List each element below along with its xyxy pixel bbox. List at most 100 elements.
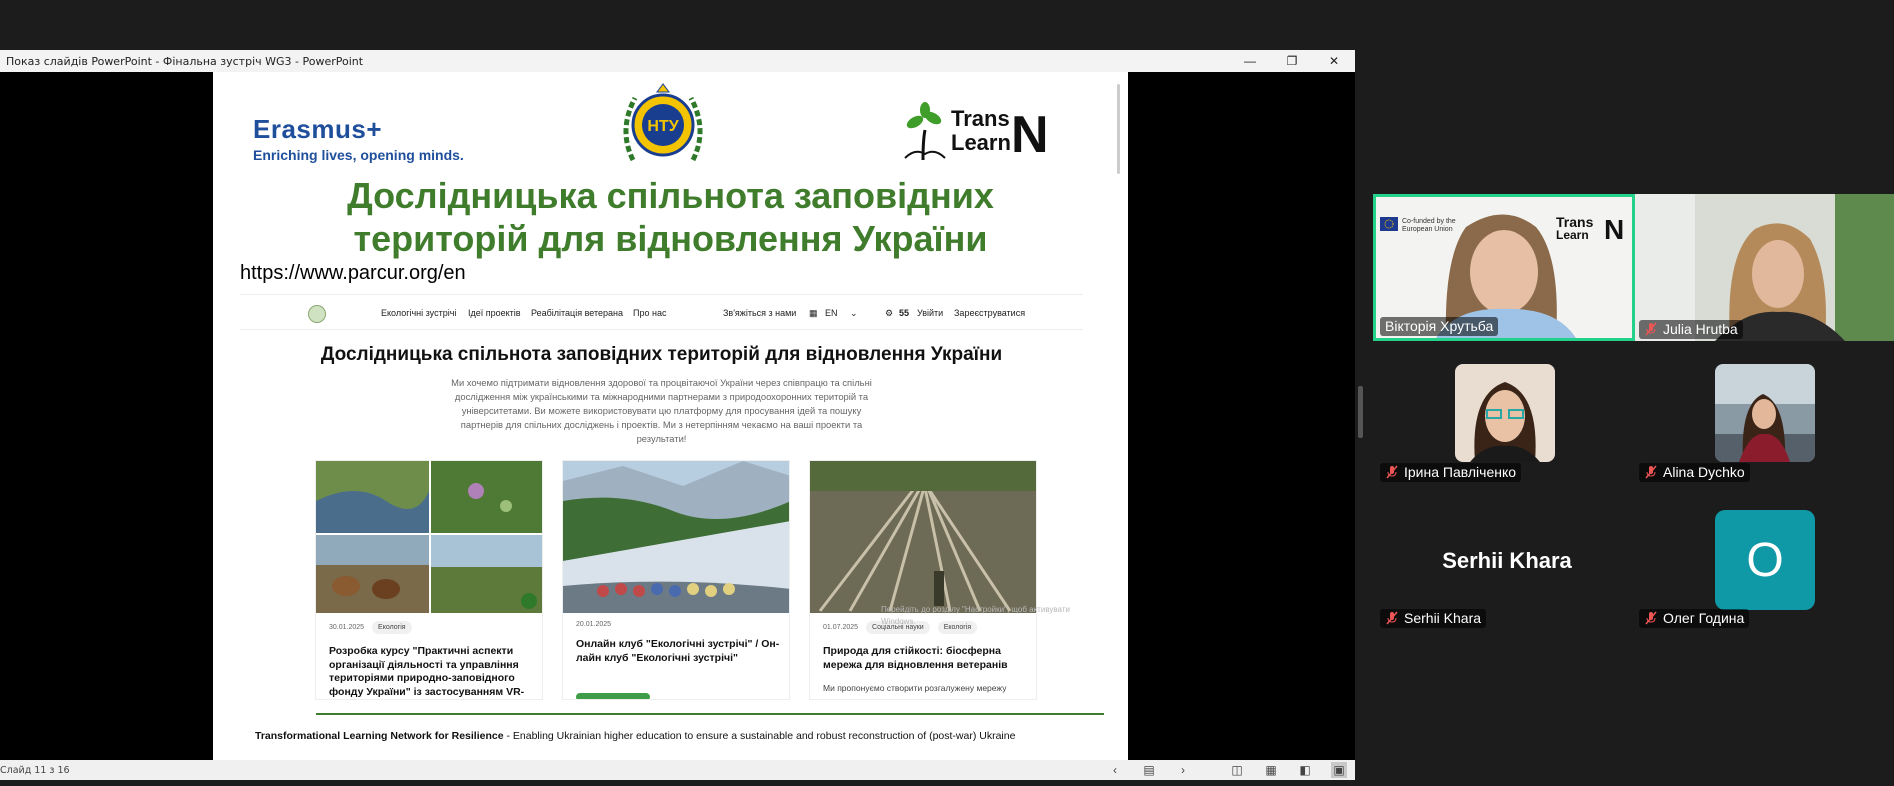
participant-3-name: Ірина Павліченко — [1404, 464, 1517, 480]
mic-off-icon — [1645, 465, 1657, 479]
participant-6-avatar: О — [1715, 510, 1815, 610]
mic-off-icon — [1645, 611, 1657, 625]
eu-text-line1: Co-funded by the — [1402, 218, 1456, 225]
footer-description: - Enabling Ukrainian higher education to… — [503, 730, 1016, 742]
slide[interactable]: Erasmus+ Enriching lives, opening minds.… — [213, 72, 1128, 760]
participant-tile-4[interactable]: Alina Dychko — [1635, 364, 1894, 484]
participant-5-display-name: Serhii Khara — [1442, 548, 1572, 573]
restore-icon: ❐ — [1286, 54, 1298, 68]
minimize-icon: — — [1244, 54, 1256, 68]
ntu-logo: НТУ — [623, 83, 703, 162]
participant-6-name: Олег Година — [1663, 610, 1745, 626]
card-1-meta: 30.01.2025 Екологія — [329, 621, 412, 634]
mic-off-icon — [1386, 465, 1398, 479]
card-1-title[interactable]: Розробка курсу "Практичні аспекти органі… — [329, 645, 534, 699]
screen: Показ слайдів PowerPoint - Фінальна зуст… — [0, 0, 1894, 786]
close-button[interactable]: ✕ — [1313, 50, 1355, 72]
participant-tile-5[interactable]: Serhii Khara Serhii Khara — [1376, 510, 1638, 630]
ntu-logo-text: НТУ — [647, 118, 679, 135]
article-card-1[interactable]: 30.01.2025 Екологія Розробка курсу "Прак… — [315, 460, 543, 700]
card-2-image — [563, 461, 789, 613]
participant-tile-3[interactable]: Ірина Павліченко — [1376, 364, 1638, 484]
slide-title: Дослідницька спільнота заповідних терито… — [213, 174, 1128, 260]
watermark-line2: Windows. — [881, 617, 916, 626]
participant-4-name: Alina Dychko — [1663, 464, 1745, 480]
card-1-image — [316, 461, 542, 613]
card-2-date: 20.01.2025 — [576, 621, 612, 628]
site-description: Ми хочемо підтримати відновлення здорово… — [451, 377, 872, 444]
participant-1-name-tag: Вікторія Хрутьба — [1380, 317, 1499, 336]
nav-item-about[interactable]: Про нас — [633, 308, 666, 318]
window-titlebar[interactable]: Показ слайдів PowerPoint - Фінальна зуст… — [0, 50, 1355, 72]
register-link[interactable]: Зареєструватися — [954, 308, 1025, 318]
slideshow-statusbar: Слайд 11 з 16 ‹ ▤ › ◫ ▦ ◧ ▣ — [0, 760, 1355, 780]
minimize-button[interactable]: — — [1229, 50, 1271, 72]
translearn-logo: Trans Learn N — [904, 102, 1049, 162]
slide-counter: Слайд 11 з 16 — [0, 764, 70, 776]
card-3-excerpt: Ми пропонуємо створити розгалужену мереж… — [823, 683, 1007, 693]
divider — [316, 713, 1104, 715]
tile-logo-letter: N — [1604, 214, 1624, 245]
translearn-line1: Trans — [951, 106, 1010, 131]
card-2-title[interactable]: Онлайн клуб "Екологічні зустрічі" / Он-л… — [576, 638, 781, 665]
slide-sorter-icon[interactable]: ▦ — [1263, 762, 1279, 778]
footer-project-name: Transformational Learning Network for Re… — [255, 730, 504, 742]
slide-url[interactable]: https://www.parcur.org/en — [240, 262, 466, 285]
erasmus-wordmark: Erasmus+ — [253, 114, 383, 144]
erasmus-tagline: Enriching lives, opening minds. — [253, 147, 464, 163]
site-logo-icon[interactable] — [308, 305, 326, 323]
card-2-meta: 20.01.2025 — [576, 621, 611, 628]
card-3-image — [810, 461, 1036, 613]
reading-view-icon[interactable]: ◧ — [1297, 762, 1313, 778]
participant-tile-2[interactable]: Julia Hrutba — [1635, 194, 1894, 341]
erasmus-logo: Erasmus+ Enriching lives, opening minds. — [253, 114, 464, 163]
windows-activation-watermark: Перейдіть до розділу "Настройки", щоб ак… — [881, 604, 1070, 628]
participant-4-name-tag: Alina Dychko — [1639, 463, 1750, 482]
article-card-2[interactable]: 20.01.2025 Онлайн клуб "Екологічні зустр… — [562, 460, 790, 700]
participant-5-name: Serhii Khara — [1404, 610, 1482, 626]
nav-item-eco-meetings[interactable]: Екологічні зустрічі — [381, 308, 456, 318]
card-1-tag[interactable]: Екологія — [372, 621, 412, 634]
participant-2-video — [1635, 194, 1894, 341]
participant-2-name-tag: Julia Hrutba — [1639, 320, 1743, 339]
uk-flag-icon: ▦ — [809, 308, 818, 318]
translearn-line2: Learn — [951, 130, 1011, 155]
restore-button[interactable]: ❐ — [1271, 50, 1313, 72]
language-selector[interactable]: EN — [825, 308, 838, 318]
slide-scrollbar[interactable] — [1117, 84, 1120, 174]
users-icon: ⚙ — [885, 308, 894, 318]
participant-5-name-tag: Serhii Khara — [1380, 609, 1487, 628]
website-screenshot: Екологічні зустрічі Ідеї проектів Реабіл… — [240, 294, 1083, 704]
previous-slide-icon[interactable]: ‹ — [1107, 762, 1123, 778]
users-count: 55 — [899, 308, 910, 318]
participant-2-name: Julia Hrutba — [1663, 321, 1738, 337]
nav-item-project-ideas[interactable]: Ідеї проектів — [468, 308, 521, 318]
eu-text-line2: European Union — [1402, 226, 1453, 233]
mic-off-icon — [1386, 611, 1398, 625]
slideshow-view-icon[interactable]: ▣ — [1331, 762, 1347, 778]
card-3-date: 01.07.2025 — [823, 624, 859, 631]
site-heading: Дослідницька спільнота заповідних терито… — [320, 344, 1003, 365]
window-title: Показ слайдів PowerPoint - Фінальна зуст… — [6, 54, 364, 68]
participant-3-name-tag: Ірина Павліченко — [1380, 463, 1522, 482]
slide-title-line2: територій для відновлення України — [353, 218, 988, 259]
participant-3-video — [1455, 364, 1555, 462]
powerpoint-window: Показ слайдів PowerPoint - Фінальна зуст… — [0, 50, 1355, 780]
panel-splitter[interactable] — [1358, 386, 1363, 438]
chevron-down-icon[interactable]: ⌄ — [850, 308, 858, 319]
card-3-title[interactable]: Природа для стійкості: біосферна мережа … — [823, 645, 1028, 672]
nav-contact-link[interactable]: Зв'яжіться з нами — [723, 308, 796, 318]
slide-title-line1: Дослідницька спільнота заповідних — [347, 175, 994, 216]
participant-1-name: Вікторія Хрутьба — [1385, 318, 1494, 334]
card-2-button-edge[interactable] — [576, 693, 650, 699]
login-link[interactable]: Увійти — [917, 308, 943, 318]
participant-6-name-tag: Олег Година — [1639, 609, 1750, 628]
watermark-line1: Перейдіть до розділу "Настройки", щоб ак… — [881, 605, 1070, 614]
participant-tile-1[interactable]: Co-funded by the European Union Trans Le… — [1373, 194, 1635, 341]
normal-view-icon[interactable]: ◫ — [1229, 762, 1245, 778]
article-card-3[interactable]: 01.07.2025 Соціальні науки Екологія Прир… — [809, 460, 1037, 700]
participant-tile-6[interactable]: О Олег Година — [1635, 510, 1894, 630]
next-slide-icon[interactable]: › — [1175, 762, 1191, 778]
notes-icon[interactable]: ▤ — [1141, 762, 1157, 778]
nav-item-veteran-rehab[interactable]: Реабілітація ветерана — [531, 308, 623, 318]
